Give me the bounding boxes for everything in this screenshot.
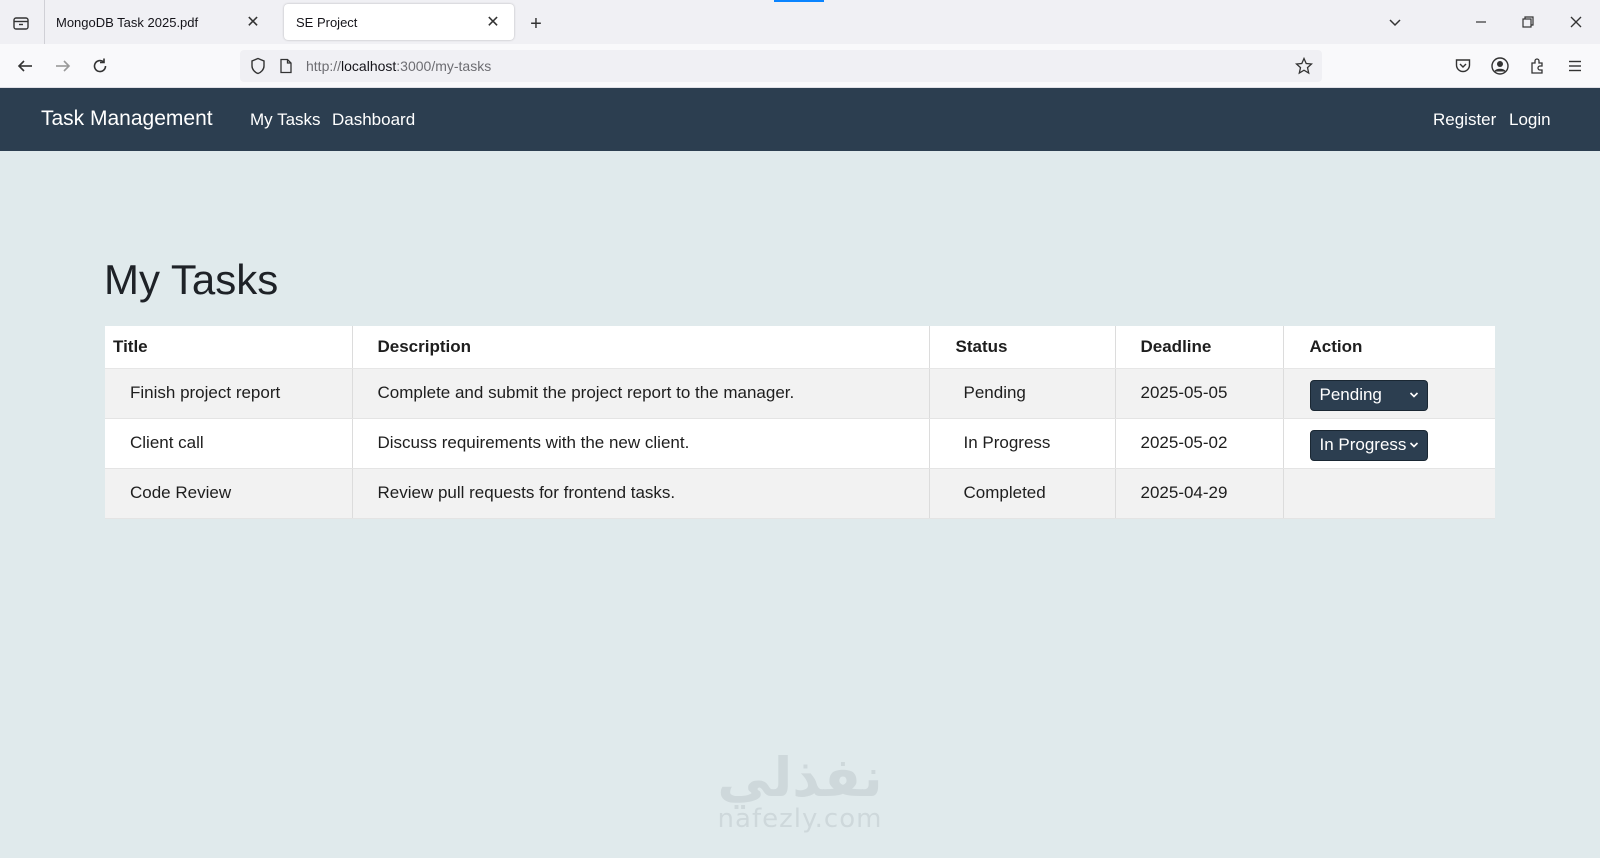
status-select[interactable]: Pending — [1309, 379, 1428, 411]
task-action-cell: Pending — [1283, 368, 1495, 419]
tab-title: MongoDB Task 2025.pdf — [56, 14, 199, 30]
browser-nav-bar: http://localhost:3000/my-tasks — [0, 44, 1600, 88]
new-tab-icon[interactable]: + — [524, 12, 548, 36]
status-select-value: Pending — [1319, 385, 1382, 404]
restore-icon[interactable] — [1516, 10, 1540, 34]
tab-title: SE Project — [296, 14, 358, 30]
nav-link-my-tasks[interactable]: My Tasks — [250, 110, 321, 130]
table-row: Client call Discuss requirements with th… — [105, 418, 1495, 469]
column-header-action: Action — [1283, 326, 1495, 369]
browser-tab-bar: MongoDB Task 2025.pdf ✕ SE Project ✕ + — [0, 0, 1600, 44]
chevron-down-icon — [1409, 391, 1418, 398]
task-description: Review pull requests for frontend tasks. — [352, 468, 930, 519]
nav-link-login[interactable]: Login — [1509, 110, 1551, 130]
task-status: Pending — [929, 368, 1116, 419]
task-description: Complete and submit the project report t… — [352, 368, 930, 419]
task-deadline: 2025-05-02 — [1115, 418, 1284, 469]
app-navbar: Task Management My Tasks Dashboard Regis… — [0, 88, 1600, 151]
close-window-icon[interactable] — [1564, 10, 1588, 34]
back-icon[interactable] — [12, 53, 38, 79]
url-bar[interactable]: http://localhost:3000/my-tasks — [240, 50, 1322, 82]
column-header-status: Status — [929, 326, 1116, 369]
table-row: Finish project report Complete and submi… — [105, 368, 1495, 419]
task-title: Code Review — [105, 468, 353, 519]
column-header-description: Description — [352, 326, 930, 369]
tab-se-project[interactable]: SE Project ✕ — [284, 4, 514, 40]
chevron-down-icon — [1409, 441, 1418, 448]
task-status: Completed — [929, 468, 1116, 519]
url-text[interactable]: http://localhost:3000/my-tasks — [306, 58, 491, 74]
brand-link[interactable]: Task Management — [41, 107, 213, 131]
close-icon[interactable]: ✕ — [484, 13, 502, 31]
task-action-cell: In Progress — [1283, 418, 1495, 469]
reload-icon[interactable] — [87, 53, 113, 79]
loading-indicator — [774, 0, 824, 2]
page-icon[interactable] — [275, 55, 297, 77]
watermark-domain: nafezly.com — [717, 804, 883, 834]
account-icon[interactable] — [1487, 53, 1513, 79]
menu-icon[interactable] — [1562, 53, 1588, 79]
minimize-icon[interactable] — [1469, 10, 1493, 34]
nav-link-dashboard[interactable]: Dashboard — [332, 110, 415, 130]
page-title: My Tasks — [104, 256, 279, 303]
column-header-deadline: Deadline — [1115, 326, 1284, 369]
url-host: localhost — [341, 58, 397, 74]
table-row: Code Review Review pull requests for fro… — [105, 468, 1495, 519]
table-header-row: Title Description Status Deadline Action — [105, 326, 1495, 369]
shield-icon[interactable] — [247, 55, 269, 77]
tasks-table: Title Description Status Deadline Action… — [105, 326, 1495, 519]
task-title: Finish project report — [105, 368, 353, 419]
task-description: Discuss requirements with the new client… — [352, 418, 930, 469]
tab-list-icon[interactable] — [8, 10, 34, 36]
extensions-icon[interactable] — [1525, 53, 1551, 79]
watermark-logo-text: نفذلي — [717, 746, 883, 809]
tab-mongodb-pdf[interactable]: MongoDB Task 2025.pdf ✕ — [44, 4, 274, 40]
status-select-value: In Progress — [1319, 435, 1407, 454]
pocket-icon[interactable] — [1450, 53, 1476, 79]
watermark: نفذلي nafezly.com — [700, 746, 900, 834]
list-all-tabs-icon[interactable] — [1383, 10, 1407, 34]
status-select[interactable]: In Progress — [1309, 429, 1428, 461]
close-icon[interactable]: ✕ — [244, 13, 262, 31]
forward-icon[interactable] — [50, 53, 76, 79]
task-action-cell — [1283, 468, 1495, 519]
task-status: In Progress — [929, 418, 1116, 469]
url-scheme: http:// — [306, 58, 342, 74]
bookmark-star-icon[interactable] — [1293, 55, 1315, 77]
column-header-title: Title — [105, 326, 353, 369]
task-title: Client call — [105, 418, 353, 469]
task-deadline: 2025-04-29 — [1115, 468, 1284, 519]
nav-link-register[interactable]: Register — [1433, 110, 1496, 130]
url-path: :3000/my-tasks — [396, 58, 492, 74]
task-deadline: 2025-05-05 — [1115, 368, 1284, 419]
